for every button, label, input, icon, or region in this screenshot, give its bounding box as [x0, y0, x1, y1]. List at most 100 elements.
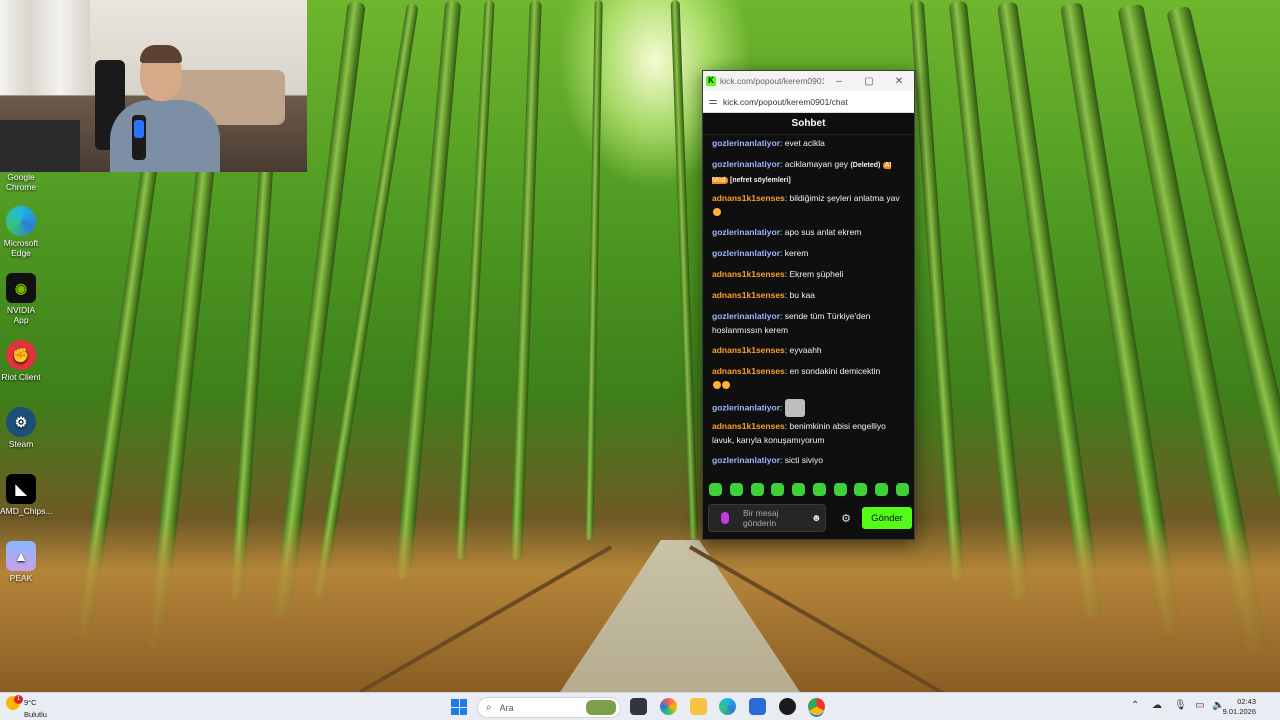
microphone-icon[interactable] [721, 512, 729, 524]
emote-button[interactable] [709, 483, 722, 496]
chat-username[interactable]: adnans1k1senses [712, 269, 785, 279]
chat-username[interactable]: gozlerinanlatiyor [712, 227, 780, 237]
chat-username[interactable]: gozlerinanlatiyor [712, 248, 780, 258]
chat-message: adnans1k1senses: bildiğimiz şeyleri anla… [712, 192, 907, 219]
desktop-icon-peak[interactable]: ▲ PEAK [0, 541, 42, 583]
copilot-icon[interactable] [660, 698, 677, 715]
chat-text: evet acikla [782, 138, 825, 148]
search-highlight-icon [586, 700, 616, 715]
chat-text: en sondakini demicektin [787, 366, 881, 376]
desktop-icon-label: Google Chrome [5, 172, 37, 192]
emote-button[interactable] [895, 483, 909, 496]
desktop-icon-label: NVIDIA App [6, 305, 36, 325]
desktop-icon-amd[interactable]: ◣ AMD_Chips... [0, 474, 52, 516]
chat-messages: gozlerinanlatiyor: evet acikla gozlerina… [703, 137, 914, 475]
minimize-button[interactable]: – [824, 76, 854, 87]
chat-username[interactable]: adnans1k1senses [712, 366, 785, 376]
obs-icon[interactable] [779, 698, 796, 715]
chat-username[interactable]: adnans1k1senses [712, 290, 785, 300]
desktop-icon-edge[interactable]: Microsoft Edge [0, 206, 42, 258]
search-icon: ⌕ [486, 702, 492, 713]
search-placeholder: Ara [499, 702, 514, 713]
desktop-icon-nvidia[interactable]: ◉ NVIDIA App [0, 273, 42, 325]
emote-button[interactable] [750, 483, 764, 496]
show-hidden-icons[interactable]: ⌃ [1131, 700, 1139, 711]
riot-icon: ✊ [6, 340, 36, 370]
emoji-icon [713, 208, 721, 217]
chat-message: adnans1k1senses: en sondakini demicektin [712, 365, 907, 392]
steam-icon: ⚙ [6, 407, 36, 437]
send-button[interactable]: Gönder [862, 507, 912, 529]
desktop-icon-riot[interactable]: ✊ Riot Client [0, 340, 42, 382]
chat-text: sicti siviyo [782, 455, 824, 465]
weather-temp: 9°C [24, 697, 37, 707]
chat-input-placeholder: Bir mesaj gönderin [743, 508, 779, 528]
network-icon[interactable]: ☁ [1152, 700, 1162, 711]
emote-button[interactable] [792, 483, 806, 496]
amd-icon: ◣ [6, 474, 36, 504]
file-explorer-icon[interactable] [690, 698, 707, 715]
close-button[interactable]: ✕ [884, 76, 914, 87]
taskbar: 1 9°C Bulutlu ⌕ Ara ⌃ ☁ 🎙 ▭ 🔈 02:43 9.01… [0, 692, 1280, 720]
edge-taskbar-icon[interactable] [719, 698, 736, 715]
chat-header: Sohbet [703, 113, 914, 135]
chat-text: bu kaa [787, 290, 816, 300]
maximize-button[interactable]: ▢ [854, 76, 884, 87]
chat-text: aciklamayan gey [782, 159, 849, 169]
desktop-icon-label: Microsoft Edge [3, 238, 39, 258]
chat-username[interactable]: gozlerinanlatiyor [712, 138, 780, 148]
chat-message: gozlerinanlatiyor: sicti siviyo [712, 455, 824, 465]
clock[interactable]: 02:43 9.01.2026 [1223, 697, 1256, 717]
moderation-reason: [nefret söylemleri] [730, 176, 791, 184]
chat-message-input[interactable]: Bir mesaj gönderin ☻ [708, 504, 826, 532]
chat-text: apo sus anlat ekrem [782, 227, 862, 237]
chrome-taskbar-icon[interactable] [808, 698, 825, 715]
window-titlebar[interactable]: K kick.com/popout/kerem0901... – ▢ ✕ [703, 71, 914, 91]
chat-message: gozlerinanlatiyor: apo sus anlat ekrem [712, 227, 862, 237]
chat-text: kerem [782, 248, 809, 258]
chat-username[interactable]: gozlerinanlatiyor [712, 455, 780, 465]
desktop-icon-label: PEAK [9, 573, 33, 583]
chat-message: gozlerinanlatiyor: aciklamayan gey (Dele… [712, 159, 892, 184]
chat-input-row: Bir mesaj gönderin ☻ ⚙ Gönder [708, 504, 913, 532]
emote-button[interactable] [729, 483, 743, 496]
chat-text: Ekrem şüpheli [787, 269, 844, 279]
chat-username[interactable]: gozlerinanlatiyor [712, 311, 780, 321]
site-settings-icon[interactable]: ⚌ [703, 96, 723, 107]
cat-emote-icon [784, 399, 805, 417]
kick-logo-icon: K [706, 76, 716, 86]
store-icon[interactable] [749, 698, 766, 715]
clock-time: 02:43 [1237, 697, 1256, 706]
chat-message: gozlerinanlatiyor: kerem [712, 248, 809, 258]
taskbar-search[interactable]: ⌕ Ara [477, 697, 621, 718]
emote-button[interactable] [771, 483, 785, 496]
chat-message: gozlerinanlatiyor: [712, 399, 907, 417]
emote-button[interactable] [833, 483, 847, 496]
chat-message: adnans1k1senses: Ekrem şüpheli [712, 269, 844, 279]
start-button[interactable] [451, 699, 467, 715]
desktop-icon-steam[interactable]: ⚙ Steam [0, 407, 42, 449]
chat-username[interactable]: gozlerinanlatiyor [712, 402, 780, 412]
chat-username[interactable]: adnans1k1senses [712, 193, 785, 203]
desktop-icon-label: Riot Client [1, 372, 41, 382]
desktop-icon-label: Steam [8, 439, 34, 449]
chat-username[interactable]: gozlerinanlatiyor [712, 159, 780, 169]
task-view-icon[interactable] [630, 698, 647, 715]
chat-message: gozlerinanlatiyor: sende tüm Türkiye'den… [712, 311, 871, 335]
chat-text: eyvaahh [787, 345, 822, 355]
chat-username[interactable]: adnans1k1senses [712, 421, 785, 431]
weather-widget[interactable]: 1 9°C Bulutlu [6, 695, 47, 720]
emote-button[interactable] [854, 483, 868, 496]
address-bar[interactable]: ⚌ kick.com/popout/kerem0901/chat [703, 91, 914, 113]
desktop-icon-chrome[interactable]: Google Chrome [0, 172, 42, 192]
display-icon[interactable]: ▭ [1195, 700, 1204, 711]
chat-message: gozlerinanlatiyor: evet acikla [712, 138, 825, 148]
emoji-picker-icon[interactable]: ☻ [811, 513, 822, 524]
emote-button[interactable] [875, 483, 889, 496]
peak-icon: ▲ [6, 541, 36, 571]
chat-username[interactable]: adnans1k1senses [712, 345, 785, 355]
microphone-tray-icon[interactable]: 🎙 [1174, 700, 1187, 711]
chat-settings-icon[interactable]: ⚙ [836, 512, 856, 525]
emote-button[interactable] [812, 483, 826, 496]
emoji-icon [713, 381, 721, 390]
